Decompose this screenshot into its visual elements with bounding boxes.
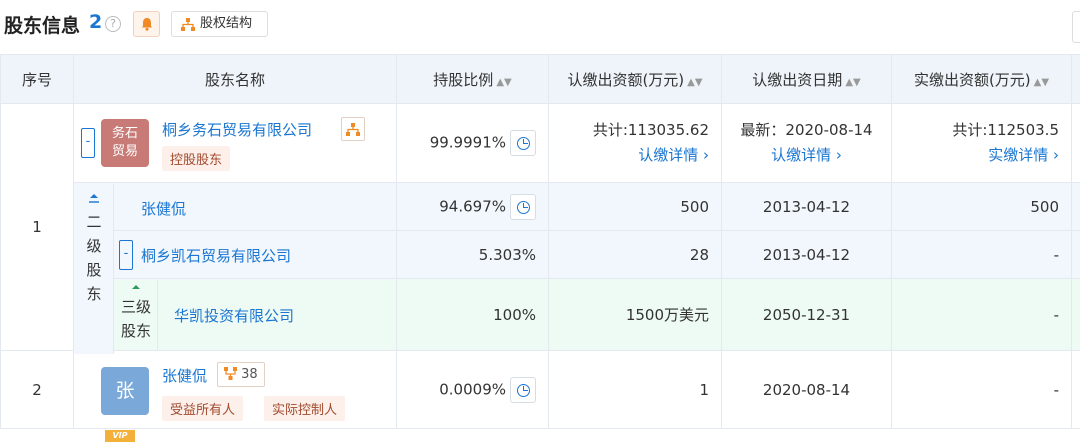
org-chart-icon [181,18,195,31]
sort-icon[interactable]: ▲▼ [496,77,511,88]
search-box-edge[interactable] [1072,11,1080,43]
table-row: - 桐乡凯石贸易有限公司 5.303% 28 2013-04-12 - [0,230,1080,279]
help-icon[interactable]: ? [105,16,121,32]
ratio-cell: 0.0009% [396,350,549,429]
shareholder-table: 序号 股东名称 持股比例 ▲▼ 认缴出资额(万元) ▲▼ 认缴出资日期 ▲▼ 实缴出资… [0,54,1080,442]
date-details-link[interactable]: 认缴详情 › [722,143,891,168]
controlling-shareholder-tag: 控股股东 [162,145,231,171]
pie-chart-icon[interactable] [510,376,536,403]
subscribed-cell: 1 [548,350,722,429]
shareholder-cell: 张 VIP 张健侃 38 受益所有人 实际控制人 [73,350,397,442]
subscribed-details-link[interactable]: 认缴详情 › [549,143,709,168]
date-cell: 最新：2020-08-14 认缴详情 › [721,103,892,183]
org-chart-icon[interactable] [341,116,365,141]
relation-count-badge[interactable]: 38 [217,361,265,387]
date-cell: 2050-12-31 [721,278,892,351]
col-ratio[interactable]: 持股比例 ▲▼ [396,54,549,104]
paid-cell: 共计:112503.5 实缴详情 › [891,103,1072,183]
vip-badge: VIP [105,429,135,442]
shareholder-name-link[interactable]: 华凯投资有限公司 [174,305,294,326]
col-subscribed[interactable]: 认缴出资额(万元) ▲▼ [548,54,722,104]
actual-controller-tag: 实际控制人 [264,395,346,421]
ratio-cell: 94.697% [396,182,549,231]
shareholder-cell: 二 级 股 东 张健侃 [73,182,397,354]
shareholder-name-link[interactable]: 桐乡务石贸易有限公司 [162,119,312,140]
pie-chart-icon[interactable] [510,130,536,156]
col-extra [1071,54,1080,104]
paid-cell: 500 [891,182,1072,231]
table-row: 三级 股东 华凯投资有限公司 100% 1500万美元 2050-12-31 - [0,278,1080,351]
paid-cell: - [891,230,1072,279]
collapse-up-icon[interactable] [130,283,142,291]
beneficial-owner-tag: 受益所有人 [162,395,244,421]
section-title: 股东信息 [4,15,81,37]
bell-button[interactable] [133,11,160,37]
collapse-button[interactable]: - [119,239,133,270]
paid-cell: - [891,278,1072,351]
equity-structure-label: 股权结构 [200,16,253,31]
ratio-cell: 99.9991% [396,103,549,183]
shareholder-cell: - 桐乡凯石贸易有限公司 [73,230,397,279]
table-header-row: 序号 股东名称 持股比例 ▲▼ 认缴出资额(万元) ▲▼ 认缴出资日期 ▲▼ 实缴出资… [0,54,1080,104]
level3-sidebar: 三级 股东 [114,279,158,350]
shareholder-name-link[interactable]: 张健侃 [141,198,186,219]
table-row: 1 - 务石 贸易 桐乡务石贸易有限公司 控股股东 99.9991% 共计:11… [0,103,1080,351]
paid-cell: - [891,350,1072,429]
collapse-up-icon[interactable] [87,192,101,206]
shareholder-count: 2 [89,11,103,33]
col-seq: 序号 [0,54,74,104]
table-row: 2 张 VIP 张健侃 38 受益所有人 实际控制人 0.0009% 1 202… [0,350,1080,442]
shareholder-name-link[interactable]: 张健侃 [162,365,207,386]
table-row: 二 级 股 东 张健侃 94.697% 500 2013-04-12 500 [0,182,1080,354]
bell-icon [141,18,152,31]
sort-icon[interactable]: ▲▼ [1034,77,1049,88]
date-cell: 2013-04-12 [721,230,892,279]
shareholder-cell: - 务石 贸易 桐乡务石贸易有限公司 控股股东 [73,103,397,183]
sort-icon[interactable]: ▲▼ [845,77,860,88]
equity-structure-button[interactable]: 股权结构 [171,11,268,37]
relation-icon [224,366,237,380]
subscribed-cell: 1500万美元 [548,278,722,351]
pie-chart-icon[interactable] [510,193,536,220]
subscribed-cell: 共计:113035.62 认缴详情 › [548,103,722,183]
shareholder-name-link[interactable]: 桐乡凯石贸易有限公司 [141,245,291,266]
level3-label: 三级 股东 [120,297,151,340]
avatar: 务石 贸易 [101,118,149,167]
paid-details-link[interactable]: 实缴详情 › [892,143,1059,168]
col-date[interactable]: 认缴出资日期 ▲▼ [721,54,892,104]
shareholder-cell: 三级 股东 华凯投资有限公司 [73,278,397,351]
section-header: 股东信息 2 ? 股权结构 [0,0,1080,50]
sort-icon[interactable]: ▲▼ [687,77,702,88]
col-paid[interactable]: 实缴出资额(万元) ▲▼ [891,54,1072,104]
subscribed-cell: 28 [548,230,722,279]
avatar: 张 [101,366,149,415]
ratio-cell: 5.303% [396,230,549,279]
ratio-cell: 100% [396,278,549,351]
subscribed-cell: 500 [548,182,722,231]
collapse-button[interactable]: - [81,127,95,158]
row-seq: 1 [0,103,74,351]
row-seq: 2 [0,350,74,429]
date-cell: 2013-04-12 [721,182,892,231]
col-name: 股东名称 [73,54,397,104]
date-cell: 2020-08-14 [721,350,892,429]
